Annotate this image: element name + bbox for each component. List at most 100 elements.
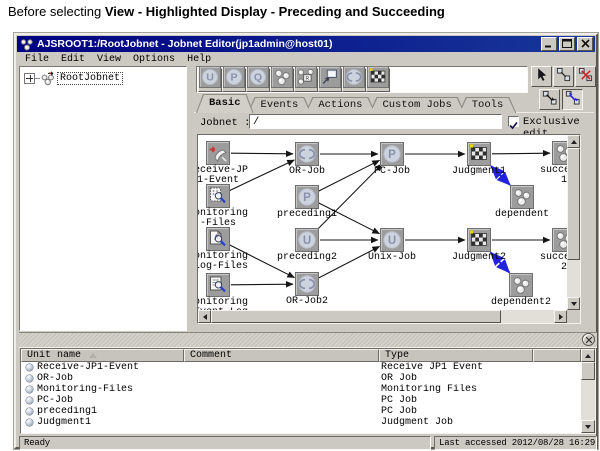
menu-view[interactable]: View: [91, 54, 127, 65]
tab-basic[interactable]: Basic: [196, 94, 254, 113]
tab-label: Tools: [472, 99, 504, 111]
jobnet-path-input[interactable]: [249, 114, 502, 129]
highlight-preceding-succeeding-button[interactable]: [562, 89, 583, 110]
jobnet-tree-panel[interactable]: RootJobnet: [19, 66, 187, 331]
table-row[interactable]: Judgment1Judgment Job: [21, 417, 581, 428]
manager-job-icon: [319, 66, 341, 93]
maximize-button[interactable]: [559, 37, 575, 51]
palette-pc-job-button[interactable]: P: [222, 68, 246, 92]
column-header-filler: [533, 349, 581, 362]
node-preceding2[interactable]: U: [295, 228, 319, 252]
scroll-down-button[interactable]: [567, 297, 580, 310]
palette-queue-job-button[interactable]: Q: [246, 68, 270, 92]
unit-name-text: Receive-JP1-Event: [37, 362, 139, 373]
tab-tools[interactable]: Tools: [459, 97, 517, 113]
column-header-type[interactable]: Type: [379, 349, 533, 362]
tab-actions[interactable]: Actions: [305, 97, 375, 113]
close-list-pane-button[interactable]: [582, 333, 595, 346]
node-receive-jp1-event[interactable]: [206, 141, 230, 165]
hscroll-thumb[interactable]: [211, 310, 501, 323]
delete-relation-button[interactable]: [575, 66, 596, 87]
triangle-up-icon: [585, 354, 591, 358]
column-header-label: Comment: [190, 350, 232, 361]
unit-bullet-icon: [26, 375, 33, 382]
svg-text:P: P: [230, 72, 237, 84]
scroll-up-button[interactable]: [567, 135, 580, 148]
palette-or-job-button[interactable]: [342, 68, 366, 92]
jobnet-map-canvas[interactable]: Receive-JP1-EventOR-JobPPC-JobJudgment1s…: [197, 134, 581, 324]
unit-name-cell: Receive-JP1-Event: [21, 362, 184, 373]
scroll-right-button[interactable]: [554, 310, 567, 323]
node-unix-job[interactable]: U: [380, 228, 404, 252]
node-pc-job[interactable]: P: [380, 142, 404, 166]
exclusive-edit-checkbox[interactable]: [508, 116, 519, 127]
node-succeeding2[interactable]: [552, 228, 567, 252]
menu-file[interactable]: File: [19, 54, 55, 65]
tab-label: Custom Jobs: [382, 99, 451, 111]
scrollbar-corner: [567, 310, 580, 323]
node-dependent[interactable]: [510, 185, 534, 209]
table-row[interactable]: OR-JobOR Job: [21, 373, 581, 384]
jobnet-editor-window: AJSROOT1:/RootJobnet - Jobnet Editor(jp1…: [14, 33, 598, 449]
table-row[interactable]: Receive-JP1-EventReceive JP1 Event: [21, 362, 581, 373]
palette-judgment-job-button[interactable]: [366, 68, 390, 92]
scroll-up-button[interactable]: [581, 349, 595, 362]
triangle-down-icon: [585, 425, 591, 429]
select-mode-button[interactable]: [531, 66, 552, 87]
window-title: AJSROOT1:/RootJobnet - Jobnet Editor(jp1…: [37, 38, 539, 50]
menu-edit[interactable]: Edit: [55, 54, 91, 65]
scroll-left-button[interactable]: [198, 310, 211, 323]
minimize-button[interactable]: [541, 37, 557, 51]
node-or-job[interactable]: [295, 142, 319, 166]
svg-text:U: U: [303, 235, 311, 247]
scroll-down-button[interactable]: [581, 420, 595, 433]
close-button[interactable]: [577, 37, 593, 51]
node-succeeding1[interactable]: [552, 141, 567, 165]
node-judgment1[interactable]: [467, 142, 491, 166]
table-row[interactable]: Monitoring-FilesMonitoring Files: [21, 384, 581, 395]
node-monitoring-log-files[interactable]: A: [206, 227, 230, 251]
column-header-unit-name[interactable]: Unit name: [21, 349, 184, 362]
node-monitoring-files[interactable]: [206, 184, 230, 208]
unit-name-cell: PC-Job: [21, 395, 184, 406]
canvas-hscrollbar[interactable]: [198, 310, 567, 323]
column-header-comment[interactable]: Comment: [184, 349, 379, 362]
add-relation-button[interactable]: [553, 66, 574, 87]
palette-manager-job-button[interactable]: [318, 68, 342, 92]
highlight-preceding-button[interactable]: [539, 89, 560, 110]
unit-name-text: OR-Job: [37, 373, 73, 384]
node-or-job2[interactable]: [295, 272, 319, 296]
tab-events[interactable]: Events: [248, 97, 312, 113]
tab-strip: BasicEventsActions Custom Jobs Tools: [196, 94, 510, 113]
node-monitoring-event-log[interactable]: [206, 273, 230, 297]
relation-arrow-black-icon: [542, 90, 557, 110]
svg-text:P: P: [388, 149, 396, 161]
table-scroll-thumb[interactable]: [581, 362, 595, 380]
palette-remote-jobnet-button[interactable]: R: [294, 68, 318, 92]
node-preceding1[interactable]: P: [295, 185, 319, 209]
tab-custom-jobs[interactable]: Custom Jobs: [369, 97, 464, 113]
table-vscrollbar[interactable]: [581, 349, 595, 433]
type-cell: PC Job: [379, 406, 533, 417]
palette-unix-job-button[interactable]: U: [198, 68, 222, 92]
tree-root-label[interactable]: RootJobnet: [57, 72, 123, 85]
node-dependent2[interactable]: [509, 273, 533, 297]
triangle-left-icon: [203, 314, 207, 320]
palette-jobnet-button[interactable]: [270, 68, 294, 92]
table-row[interactable]: preceding1PC Job: [21, 406, 581, 417]
tree-root-item[interactable]: RootJobnet: [24, 70, 123, 86]
pane-splitter[interactable]: [19, 332, 597, 348]
unit-bullet-icon: [26, 397, 33, 404]
title-bar[interactable]: AJSROOT1:/RootJobnet - Jobnet Editor(jp1…: [17, 36, 595, 52]
unit-name-text: PC-Job: [37, 395, 73, 406]
vscroll-thumb[interactable]: [567, 148, 580, 260]
node-judgment2[interactable]: [467, 228, 491, 252]
node-label-monitoring-event-log: Monitoring-Event-Log: [198, 298, 260, 310]
table-row[interactable]: PC-JobPC Job: [21, 395, 581, 406]
menu-options[interactable]: Options: [127, 54, 181, 65]
jobnet-map-content[interactable]: Receive-JP1-EventOR-JobPPC-JobJudgment1s…: [198, 135, 567, 310]
menu-help[interactable]: Help: [181, 54, 217, 65]
unit-bullet-icon: [26, 364, 33, 371]
tree-expand-icon[interactable]: [24, 73, 35, 84]
canvas-vscrollbar[interactable]: [567, 135, 580, 310]
